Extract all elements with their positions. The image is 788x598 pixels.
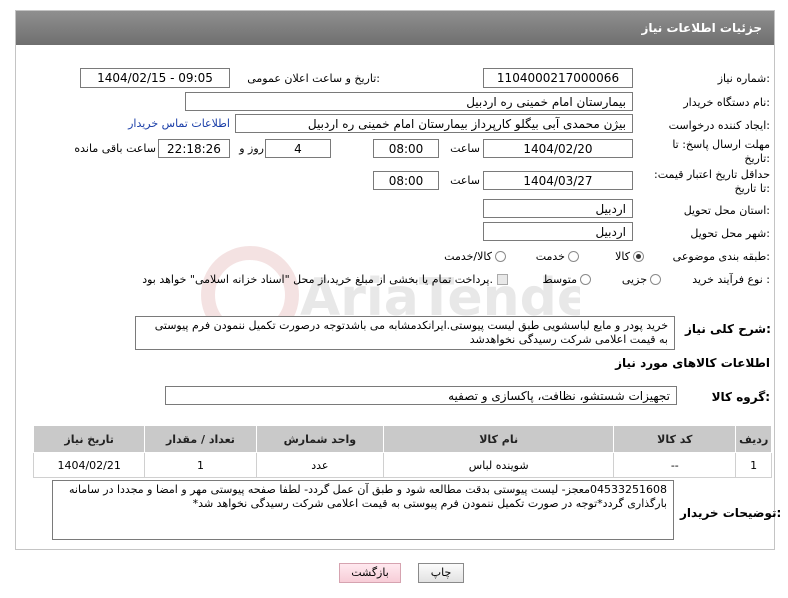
category-radio-goods[interactable] (633, 251, 644, 262)
items-table: ردیف کد کالا نام کالا واحد شمارش تعداد /… (32, 425, 772, 478)
cell-quantity: 1 (144, 452, 257, 478)
buyer-org-value: بیمارستان امام خمینی ره اردبیل (185, 92, 633, 111)
process-option-medium: متوسط (542, 273, 577, 286)
reply-deadline-date: 1404/02/20 (483, 139, 633, 158)
col-item-code: کد کالا (613, 425, 737, 453)
print-button[interactable]: چاپ (418, 563, 464, 583)
cell-item-name: شوینده لباس (383, 452, 615, 478)
treasury-payment-note: پرداخت تمام یا بخشی از مبلغ خرید،از محل … (142, 273, 493, 286)
goods-group-value: تجهیزات شستشو، نظافت، پاکسازی و تصفیه (165, 386, 677, 405)
col-item-name: نام کالا (383, 425, 615, 453)
price-validity-date: 1404/03/27 (483, 171, 633, 190)
process-radio-medium[interactable] (580, 274, 591, 285)
col-quantity: تعداد / مقدار (144, 425, 257, 453)
delivery-city-label: شهر محل تحویل: (690, 227, 770, 240)
reply-deadline-time: 08:00 (373, 139, 439, 158)
col-need-date: تاریخ نیاز (32, 425, 146, 453)
need-number-value: 1104000217000066 (483, 68, 633, 88)
buyer-contact-link[interactable]: اطلاعات تماس خریدار (105, 116, 230, 132)
category-option-service: خدمت (535, 250, 565, 263)
cell-need-date: 1404/02/21 (32, 452, 146, 478)
category-option-goods: کالا (615, 250, 630, 263)
reply-days-value: 4 (265, 139, 331, 158)
process-option-minor: جزیی (621, 273, 647, 286)
back-button[interactable]: بازگشت (339, 563, 401, 583)
col-unit: واحد شمارش (255, 425, 385, 453)
category-radio-goods-service[interactable] (495, 251, 506, 262)
delivery-province-label: استان محل تحویل: (683, 204, 770, 217)
description-text: خرید پودر و مایع لباسشویی طبق لیست پیوست… (154, 319, 668, 346)
table-row: 1 -- شوینده لباس عدد 1 1404/02/21 (32, 452, 772, 478)
col-row-number: ردیف (735, 425, 772, 453)
remaining-time-label: ساعت باقی مانده (74, 142, 156, 155)
process-radio-minor[interactable] (650, 274, 661, 285)
need-number-label: شماره نیاز: (717, 72, 770, 85)
buyer-org-label: نام دستگاه خریدار: (683, 96, 770, 109)
delivery-city-value: اردبیل (483, 222, 633, 241)
requester-label: ایجاد کننده درخواست: (668, 119, 770, 132)
category-radio-service[interactable] (568, 251, 579, 262)
buyer-notes-label: توضیحات خریدار: (680, 506, 782, 520)
price-validity-time-label: ساعت (450, 174, 480, 187)
treasury-payment-checkbox[interactable] (497, 274, 508, 285)
requester-value: بیژن محمدی آبی بیگلو کارپرداز بیمارستان … (235, 114, 633, 133)
description-label: شرح کلی نیاز: (685, 322, 771, 336)
cell-unit: عدد (255, 452, 385, 478)
panel-header: جزئیات اطلاعات نیاز (16, 11, 774, 45)
announce-datetime-value: 1404/02/15 - 09:05 (80, 68, 230, 88)
category-option-goods-service: کالا/خدمت (444, 250, 492, 263)
category-label: طبقه بندی موضوعی: (672, 250, 770, 263)
delivery-province-value: اردبیل (483, 199, 633, 218)
reply-deadline-time-label: ساعت (450, 142, 480, 155)
goods-group-label: گروه کالا: (711, 390, 770, 404)
announce-datetime-label: تاریخ و ساعت اعلان عمومی: (247, 72, 380, 85)
buyer-notes-text: 04533251608معجز- لیست پیوستی بدقت مطالعه… (68, 483, 667, 510)
description-textarea[interactable]: خرید پودر و مایع لباسشویی طبق لیست پیوست… (135, 316, 675, 350)
buyer-notes-textarea[interactable]: 04533251608معجز- لیست پیوستی بدقت مطالعه… (52, 480, 674, 540)
cell-row-number: 1 (735, 452, 772, 478)
price-validity-label: حداقل تاریخ اعتبار قیمت: تا تاریخ: (654, 168, 770, 195)
table-header-row: ردیف کد کالا نام کالا واحد شمارش تعداد /… (32, 425, 772, 453)
remaining-time-value: 22:18:26 (158, 139, 230, 158)
cell-item-code: -- (613, 452, 737, 478)
reply-days-label: روز و (239, 142, 264, 155)
goods-section-title: اطلاعات کالاهای مورد نیاز (615, 356, 770, 370)
reply-deadline-label: مهلت ارسال پاسخ: تا تاریخ: (672, 138, 770, 165)
purchase-process-label: نوع فرآیند خرید : (692, 273, 770, 286)
price-validity-time: 08:00 (373, 171, 439, 190)
